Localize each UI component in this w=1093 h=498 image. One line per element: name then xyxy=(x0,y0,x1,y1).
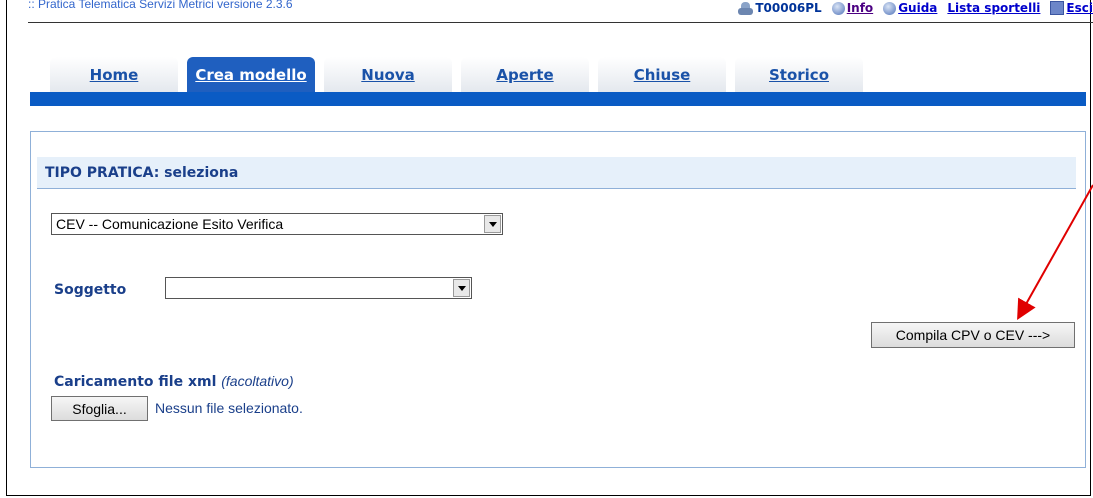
tipo-pratica-select[interactable]: CEV -- Comunicazione Esito Verifica xyxy=(51,213,503,235)
form-panel: TIPO PRATICA: seleziona CEV -- Comunicaz… xyxy=(30,131,1086,468)
tab-bar-underline xyxy=(30,92,1086,106)
soggetto-label: Soggetto xyxy=(54,282,127,298)
exit-icon xyxy=(1050,1,1065,15)
info-icon xyxy=(831,1,845,15)
chevron-down-icon[interactable] xyxy=(453,279,470,297)
user-id-item: T00006PL xyxy=(738,1,822,15)
upload-label: Caricamento file xml (facoltativo) xyxy=(54,373,294,390)
tab-chiuse[interactable]: Chiuse xyxy=(598,57,726,92)
browse-button[interactable]: Sfoglia... xyxy=(51,396,148,421)
lista-sportelli-label[interactable]: Lista sportelli xyxy=(947,1,1040,15)
tab-nuova[interactable]: Nuova xyxy=(324,57,452,92)
soggetto-select[interactable] xyxy=(165,277,472,299)
user-area: T00006PL Info Guida Lista sportelli Esci xyxy=(728,0,1093,19)
help-icon xyxy=(883,1,897,15)
esci-link-label[interactable]: Esci xyxy=(1066,1,1093,15)
tab-home[interactable]: Home xyxy=(50,57,178,92)
guida-link-label[interactable]: Guida xyxy=(898,1,937,15)
info-link[interactable]: Info xyxy=(831,1,873,15)
app-title: :: Pratica Telematica Servizi Metrici ve… xyxy=(28,0,293,11)
lista-sportelli-link[interactable]: Lista sportelli xyxy=(947,1,1040,15)
top-bar: :: Pratica Telematica Servizi Metrici ve… xyxy=(28,0,1093,23)
guida-link[interactable]: Guida xyxy=(883,1,937,15)
tab-aperte[interactable]: Aperte xyxy=(461,57,589,92)
user-id: T00006PL xyxy=(755,1,822,15)
panel-header: TIPO PRATICA: seleziona xyxy=(37,157,1076,189)
tab-storico[interactable]: Storico xyxy=(735,57,863,92)
tab-crea-modello[interactable]: Crea modello xyxy=(187,57,315,92)
tipo-pratica-select-value: CEV -- Comunicazione Esito Verifica xyxy=(56,216,284,232)
upload-label-text: Caricamento file xml xyxy=(54,374,217,390)
info-link-label[interactable]: Info xyxy=(847,1,873,15)
chevron-down-icon[interactable] xyxy=(484,215,501,233)
compila-button[interactable]: Compila CPV o CEV ---> xyxy=(871,322,1075,348)
main-tabs: Home Crea modello Nuova Aperte Chiuse St… xyxy=(50,57,872,92)
file-status: Nessun file selezionato. xyxy=(155,400,303,416)
esci-link[interactable]: Esci xyxy=(1050,1,1093,15)
upload-optional-text: (facoltativo) xyxy=(221,373,294,389)
user-icon xyxy=(738,1,754,15)
